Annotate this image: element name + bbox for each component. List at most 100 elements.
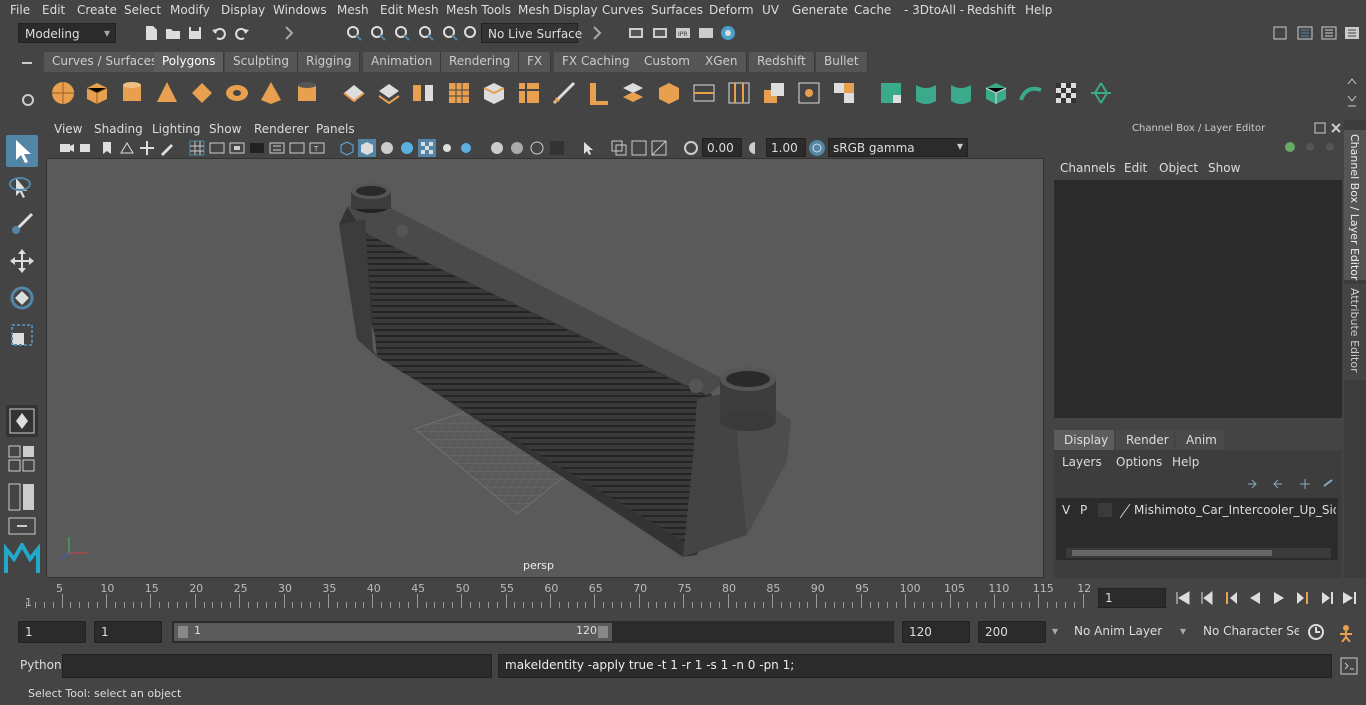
layer-color-swatch[interactable] <box>1098 503 1112 517</box>
circularize-icon[interactable] <box>831 80 857 106</box>
color-space-selector[interactable]: sRGB gamma ▾ <box>828 138 968 157</box>
command-language-label[interactable]: Python <box>20 658 62 672</box>
wireframe-icon[interactable] <box>338 139 356 157</box>
target-weld-icon[interactable] <box>761 80 787 106</box>
screen-space-ao-icon[interactable] <box>488 139 506 157</box>
menu-create[interactable]: Create <box>77 3 117 17</box>
range-slider[interactable]: 1 120 <box>172 621 894 643</box>
grid-toggle-icon[interactable] <box>188 139 206 157</box>
separate-icon[interactable] <box>376 80 402 106</box>
mode-selector[interactable]: Modeling ▾ <box>18 23 116 43</box>
anti-aliasing-icon[interactable] <box>528 139 546 157</box>
close-icon[interactable] <box>1330 122 1342 134</box>
cylindrical-map-icon[interactable] <box>948 80 974 106</box>
select-tool[interactable] <box>6 135 38 167</box>
live-surface-field[interactable]: No Live Surface <box>481 23 582 43</box>
wireframe-on-shaded-icon[interactable] <box>398 139 416 157</box>
menu-redshift[interactable]: Redshift <box>967 3 1016 17</box>
menu-surfaces[interactable]: Surfaces <box>651 3 703 17</box>
script-editor-icon[interactable] <box>1340 657 1358 675</box>
xray-components-icon[interactable] <box>650 139 668 157</box>
resolution-gate-icon[interactable] <box>228 139 246 157</box>
rotate-tool[interactable] <box>6 282 38 314</box>
cb-menu-object[interactable]: Object <box>1159 161 1198 175</box>
vp-menu-view[interactable]: View <box>54 122 82 136</box>
go-to-start-icon[interactable] <box>1174 589 1192 607</box>
bridge-icon[interactable] <box>620 80 646 106</box>
merge-icon[interactable] <box>796 80 822 106</box>
step-back-key-icon[interactable] <box>1222 589 1240 607</box>
menu-windows[interactable]: Windows <box>273 3 327 17</box>
menu-mesh-tools[interactable]: Mesh Tools <box>446 3 511 17</box>
use-all-lights-icon[interactable] <box>438 139 456 157</box>
mirror-icon[interactable] <box>410 80 436 106</box>
viewport-persp[interactable]: persp <box>46 158 1044 578</box>
poly-torus-icon[interactable] <box>224 80 250 106</box>
layout-quad-icon[interactable] <box>8 445 36 473</box>
xray-icon[interactable] <box>610 139 628 157</box>
shelf-menu-icon[interactable] <box>20 58 36 68</box>
channel-list[interactable] <box>1054 180 1342 418</box>
menu-generate[interactable]: Generate <box>792 3 848 17</box>
tab-fx-caching[interactable]: FX Caching <box>554 52 639 72</box>
move-tool[interactable] <box>6 245 38 277</box>
shelf-scroll-icon[interactable] <box>1346 76 1358 112</box>
menu-select[interactable]: Select <box>124 3 161 17</box>
hypershade-icon[interactable] <box>719 24 737 42</box>
channel-box-toggle-icon[interactable] <box>1343 24 1361 42</box>
snap-point-icon[interactable] <box>417 24 435 42</box>
vp-menu-show[interactable]: Show <box>209 122 241 136</box>
unfold-icon[interactable] <box>1018 80 1044 106</box>
poly-cube-icon[interactable] <box>84 80 110 106</box>
film-gate-icon[interactable] <box>208 139 226 157</box>
menu-modify[interactable]: Modify <box>170 3 210 17</box>
tab-curves-surfaces[interactable]: Curves / Surfaces <box>44 52 167 72</box>
cb-menu-show[interactable]: Show <box>1208 161 1240 175</box>
le-menu-layers[interactable]: Layers <box>1062 455 1102 469</box>
chevron-down-icon[interactable]: ▾ <box>1052 624 1058 638</box>
poly-cylinder-icon[interactable] <box>119 80 145 106</box>
menu-file[interactable]: File <box>10 3 30 17</box>
gamma-field[interactable]: 1.00 <box>766 138 806 157</box>
layer-visibility-toggle[interactable]: V <box>1062 503 1070 517</box>
tab-sculpting[interactable]: Sculpting <box>225 52 299 72</box>
automatic-map-icon[interactable] <box>983 80 1009 106</box>
layer-hscrollbar[interactable] <box>1066 548 1331 558</box>
menu-deform[interactable]: Deform <box>709 3 754 17</box>
layer-name[interactable]: Mishimoto_Car_Intercooler_Up_Side_Pipe <box>1134 503 1336 517</box>
safe-action-icon[interactable] <box>288 139 306 157</box>
playback-end-field[interactable]: 120 <box>902 621 970 643</box>
tab-fx[interactable]: FX <box>519 52 552 72</box>
time-slider[interactable]: 1 5 10 15 20 25 30 35 40 45 50 55 60 65 70 75 80 85 90 95 1… <box>20 580 1094 610</box>
image-plane-icon[interactable] <box>118 139 136 157</box>
tab-animation[interactable]: Animation <box>363 52 442 72</box>
poly-sphere-icon[interactable] <box>50 80 76 106</box>
layout-icon[interactable] <box>1296 24 1314 42</box>
gamma-icon[interactable] <box>746 139 764 157</box>
tab-polygons[interactable]: Polygons <box>154 52 225 72</box>
menu-edit-mesh[interactable]: Edit Mesh <box>380 3 439 17</box>
menu-cache[interactable]: Cache <box>854 3 891 17</box>
paint-select-tool[interactable] <box>6 208 38 240</box>
range-handle-left[interactable] <box>178 626 188 638</box>
new-scene-icon[interactable] <box>142 24 160 42</box>
undo-icon[interactable] <box>210 24 228 42</box>
anim-layer-selector[interactable]: No Anim Layer <box>1068 621 1174 643</box>
append-icon[interactable] <box>656 80 682 106</box>
xray-joints-icon[interactable] <box>630 139 648 157</box>
render-frame-icon[interactable] <box>651 24 669 42</box>
render-settings-icon[interactable] <box>697 24 715 42</box>
grease-pencil-icon[interactable] <box>158 139 176 157</box>
play-backwards-icon[interactable] <box>1246 589 1264 607</box>
depth-of-field-icon[interactable] <box>548 139 566 157</box>
extract-icon[interactable] <box>481 80 507 106</box>
scene-end-field[interactable]: 200 <box>978 621 1046 643</box>
arrow-right-icon[interactable] <box>588 24 606 42</box>
range-handle-right[interactable] <box>598 626 608 638</box>
float-icon[interactable] <box>1314 122 1326 134</box>
default-material-icon[interactable] <box>378 139 396 157</box>
menu-3dtoall[interactable]: - 3DtoAll - <box>904 3 964 17</box>
open-scene-icon[interactable] <box>164 24 182 42</box>
scale-tool[interactable] <box>6 319 38 351</box>
gate-mask-icon[interactable] <box>248 139 266 157</box>
